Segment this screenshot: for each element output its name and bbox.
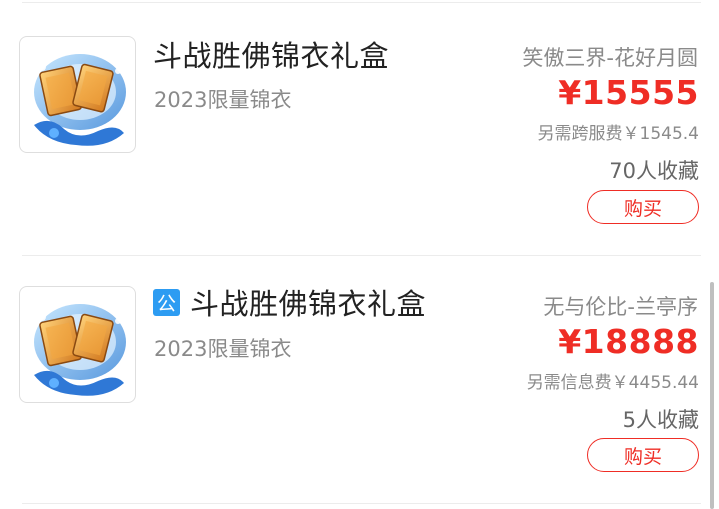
- divider: [22, 503, 701, 504]
- server-name: 笑傲三界-花好月圆: [522, 46, 698, 70]
- item-title[interactable]: 斗战胜佛锦衣礼盒: [153, 33, 389, 75]
- gift-box-icon[interactable]: [19, 286, 136, 403]
- extra-fee: 另需跨服费￥1545.4: [537, 124, 699, 144]
- list-item[interactable]: 斗战胜佛锦衣礼盒 2023限量锦衣 笑傲三界-花好月圆 ¥15555 另需跨服费…: [0, 0, 719, 238]
- server-name: 无与伦比-兰亭序: [543, 295, 698, 319]
- extra-fee: 另需信息费￥4455.44: [526, 373, 699, 393]
- gift-box-icon[interactable]: [19, 36, 136, 153]
- scrollbar[interactable]: [710, 282, 714, 509]
- title-row: 公 斗战胜佛锦衣礼盒: [153, 281, 426, 323]
- public-badge-icon: 公: [153, 288, 180, 316]
- price: ¥18888: [558, 322, 699, 361]
- favorites-count: 70人收藏: [609, 159, 699, 183]
- price: ¥15555: [558, 73, 699, 112]
- divider: [22, 2, 701, 3]
- listing-page: 斗战胜佛锦衣礼盒 2023限量锦衣 笑傲三界-花好月圆 ¥15555 另需跨服费…: [0, 0, 719, 509]
- item-subtitle: 2023限量锦衣: [154, 88, 292, 112]
- buy-button[interactable]: 购买: [587, 190, 699, 224]
- item-subtitle: 2023限量锦衣: [154, 337, 292, 361]
- list-item[interactable]: 公 斗战胜佛锦衣礼盒 2023限量锦衣 无与伦比-兰亭序 ¥18888 另需信息…: [0, 250, 719, 488]
- item-title[interactable]: 斗战胜佛锦衣礼盒: [190, 281, 426, 323]
- favorites-count: 5人收藏: [622, 408, 699, 432]
- buy-button[interactable]: 购买: [587, 438, 699, 472]
- title-row: 斗战胜佛锦衣礼盒: [153, 33, 389, 75]
